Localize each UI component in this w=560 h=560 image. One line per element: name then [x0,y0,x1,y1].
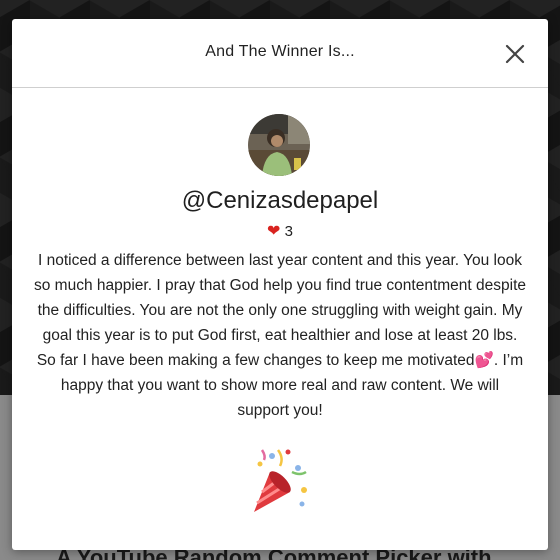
close-button[interactable] [504,43,526,65]
like-count-value: 3 [284,223,293,240]
close-icon [505,44,525,64]
modal-title: And The Winner Is... [205,43,355,60]
heart-icon: ❤ [267,223,281,240]
winner-username: @Cenizasdepapel [181,187,379,214]
modal-header: And The Winner Is... [12,19,548,88]
two-hearts-emoji: 💕 [474,352,494,369]
winner-modal: And The Winner Is... @Cenizasdepapel ❤ 3… [12,19,548,550]
comment-text-part-1: I noticed a difference between last year… [34,252,526,369]
avatar [248,114,310,176]
avatar-image [248,114,310,176]
party-popper-icon [240,442,320,522]
like-count: ❤ 3 [12,221,548,241]
winner-comment: I noticed a difference between last year… [34,248,526,423]
